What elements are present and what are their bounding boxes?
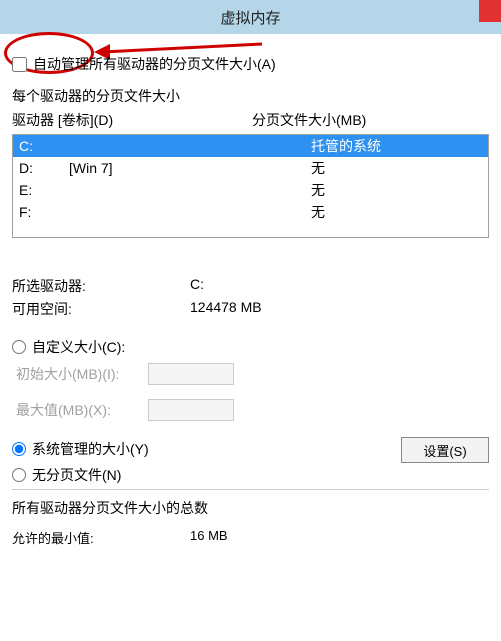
- divider: [12, 489, 489, 490]
- drive-label: [Win 7]: [69, 160, 299, 176]
- available-space-value: 124478 MB: [190, 299, 262, 319]
- min-allowed-value: 16 MB: [190, 528, 228, 547]
- drive-size: 无: [299, 158, 482, 178]
- drive-size: 托管的系统: [299, 136, 482, 156]
- max-size-input: [148, 399, 234, 421]
- set-button[interactable]: 设置(S): [401, 437, 489, 463]
- custom-size-radio[interactable]: [12, 340, 26, 354]
- selected-drive-label: 所选驱动器:: [12, 276, 190, 296]
- each-drive-heading: 每个驱动器的分页文件大小: [12, 86, 489, 106]
- auto-manage-checkbox[interactable]: [12, 57, 27, 72]
- no-pagefile-label: 无分页文件(N): [32, 465, 121, 485]
- close-button[interactable]: [479, 0, 501, 22]
- drive-row[interactable]: C: 托管的系统: [13, 135, 488, 157]
- no-pagefile-radio[interactable]: [12, 468, 26, 482]
- drive-row[interactable]: F: 无: [13, 201, 488, 223]
- drive-listbox[interactable]: C:托管的系统D:[Win 7]无E:无F:无: [12, 134, 489, 238]
- drive-letter: E:: [19, 182, 69, 198]
- auto-manage-label: 自动管理所有驱动器的分页文件大小(A): [33, 54, 276, 74]
- drive-letter: F:: [19, 204, 69, 220]
- selected-drive-value: C:: [190, 276, 204, 296]
- available-space-label: 可用空间:: [12, 299, 190, 319]
- drive-letter: D:: [19, 160, 69, 176]
- total-heading: 所有驱动器分页文件大小的总数: [12, 498, 489, 518]
- min-allowed-label: 允许的最小值:: [12, 528, 190, 547]
- drive-row[interactable]: D:[Win 7]无: [13, 157, 488, 179]
- system-managed-label: 系统管理的大小(Y): [32, 439, 149, 459]
- initial-size-label: 初始大小(MB)(I):: [16, 364, 148, 384]
- drive-letter: C:: [19, 138, 69, 154]
- col-drive: 驱动器 [卷标](D): [12, 110, 252, 130]
- col-size: 分页文件大小(MB): [252, 110, 366, 130]
- dialog-title: 虚拟内存: [220, 7, 280, 28]
- custom-size-label: 自定义大小(C):: [32, 337, 125, 357]
- drive-size: 无: [299, 202, 482, 222]
- drive-size: 无: [299, 180, 482, 200]
- initial-size-input: [148, 363, 234, 385]
- drive-row[interactable]: E: 无: [13, 179, 488, 201]
- max-size-label: 最大值(MB)(X):: [16, 400, 148, 420]
- system-managed-radio[interactable]: [12, 442, 26, 456]
